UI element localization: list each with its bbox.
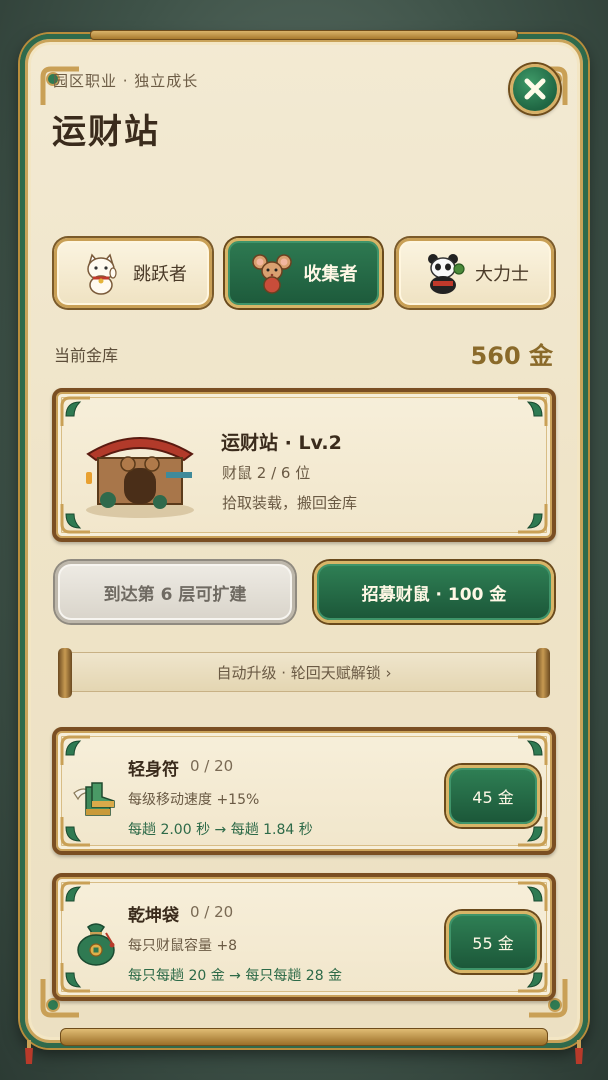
vault-label: 当前金库 [54, 346, 119, 365]
auto-upgrade-banner[interactable]: 自动升级 · 轮回天赋解锁 › [58, 648, 550, 698]
card-corner-ornament-icon [60, 396, 90, 426]
station-card: 运财站 · Lv.2 财鼠 2 / 6 位 拾取装载，搬回金库 [52, 388, 556, 542]
close-button[interactable] [510, 64, 560, 114]
station-building-icon [86, 437, 194, 518]
upgrade-name: 乾坤袋 [128, 906, 179, 926]
upgrade-count: 0 / 20 [190, 757, 234, 775]
card-corner-ornament-icon [60, 504, 90, 534]
card-corner-ornament-icon [518, 504, 548, 534]
station-mice-count: 财鼠 2 / 6 位 [222, 464, 311, 482]
tassel-icon [25, 1040, 33, 1064]
upgrade-description: 每级移动速度 +15% [128, 792, 260, 808]
tab-label: 大力士 [475, 264, 529, 285]
upgrade-change: 每只每趟 20 金 → 每只每趟 28 金 [128, 968, 343, 984]
tab-label: 收集者 [303, 264, 358, 285]
vault-value: 560 金 [470, 342, 553, 370]
close-icon [524, 78, 546, 100]
tab-label: 跳跃者 [133, 264, 187, 285]
scroll-rod-icon [536, 648, 550, 698]
card-corner-ornament-icon [60, 735, 90, 765]
breadcrumb: 园区职业 · 独立成长 [53, 72, 199, 90]
card-corner-ornament-icon [518, 396, 548, 426]
panel-bottom-rim [60, 1028, 548, 1046]
upgrade-change: 每趟 2.00 秒 → 每趟 1.84 秒 [128, 822, 313, 838]
station-description: 拾取装载，搬回金库 [222, 494, 358, 512]
panel-top-rim [90, 30, 518, 40]
banner-text: 自动升级 · 轮回天赋解锁 › [72, 652, 536, 692]
upgrade-card-cosmos-bag: 乾坤袋 0 / 20 每只财鼠容量 +8 每只每趟 20 金 → 每只每趟 28… [52, 873, 556, 1001]
tab-jumper[interactable]: 跳跃者 [54, 238, 212, 308]
card-corner-ornament-icon [60, 817, 90, 847]
station-name: 运财站 · Lv.2 [221, 432, 342, 454]
card-corner-ornament-icon [518, 735, 548, 765]
lucky-cat-icon [87, 253, 117, 295]
upgrade-name: 轻身符 [128, 760, 179, 780]
card-corner-ornament-icon [518, 817, 548, 847]
page-title: 运财站 [52, 112, 160, 152]
upgrade-count: 0 / 20 [190, 903, 234, 921]
tab-strongman[interactable]: 大力士 [396, 238, 554, 308]
card-corner-ornament-icon [518, 963, 548, 993]
scroll-rod-icon [58, 648, 72, 698]
tassel-icon [575, 1040, 583, 1064]
expand-button: 到达第 6 层可扩建 [55, 561, 295, 623]
panda-icon [428, 254, 465, 294]
upgrade-description: 每只财鼠容量 +8 [128, 938, 238, 954]
mouse-icon [251, 254, 292, 294]
upgrade-card-light-charm: 轻身符 0 / 20 每级移动速度 +15% 每趟 2.00 秒 → 每趟 1.… [52, 727, 556, 855]
recruit-button[interactable]: 招募财鼠 · 100 金 [314, 561, 554, 623]
card-corner-ornament-icon [60, 963, 90, 993]
card-corner-ornament-icon [518, 881, 548, 911]
tab-collector[interactable]: 收集者 [225, 238, 382, 308]
card-corner-ornament-icon [60, 881, 90, 911]
